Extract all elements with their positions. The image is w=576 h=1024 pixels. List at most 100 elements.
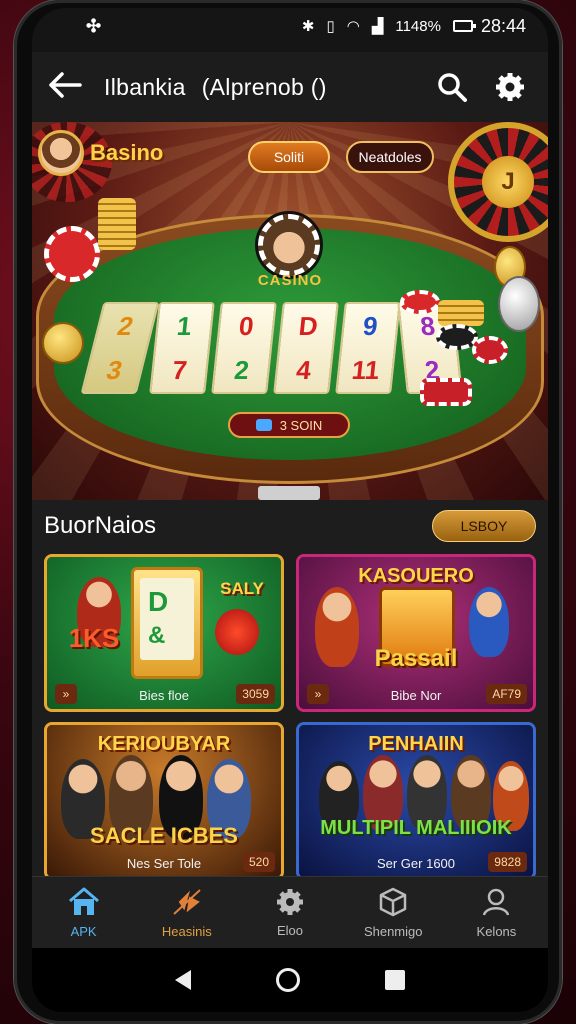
reel-symbol: 9 bbox=[361, 310, 380, 341]
user-icon bbox=[483, 888, 510, 916]
section-title: BuorNaios bbox=[44, 512, 157, 539]
notification-icon: ✣ bbox=[86, 15, 102, 36]
card-badge: 520 bbox=[242, 852, 275, 872]
system-back-icon[interactable] bbox=[174, 970, 191, 990]
card-badge: 9828 bbox=[488, 852, 527, 872]
roulette-center: J bbox=[482, 156, 534, 208]
system-home-icon[interactable] bbox=[275, 968, 300, 992]
page-title: Ilbankia (Alprenob () bbox=[104, 74, 430, 101]
battery-percent: 1148% bbox=[395, 17, 441, 35]
card-title: KASOUERO bbox=[358, 565, 474, 587]
brand-name: Basino bbox=[90, 140, 164, 165]
dealer-avatar bbox=[255, 211, 323, 279]
bet-label: 3 SOIN bbox=[279, 417, 323, 433]
game-card[interactable]: PENHAIIN MULTIPIL MALIIIOIK Ser Ger 1600… bbox=[296, 722, 536, 880]
card-subtitle: Passail bbox=[374, 645, 458, 672]
app-bar: Ilbankia (Alprenob () bbox=[32, 52, 548, 122]
arrow-left-icon bbox=[49, 71, 82, 98]
gem-icon bbox=[255, 419, 272, 431]
card-subtitle: 1KS bbox=[68, 623, 120, 653]
reel-symbol: 2 bbox=[114, 310, 137, 341]
vibrate-icon: ▯ bbox=[326, 18, 335, 35]
card-title: PENHAIIN bbox=[368, 733, 464, 755]
reel: 17 bbox=[149, 302, 215, 394]
reel-symbol: 3 bbox=[103, 354, 126, 385]
card-subtitle: MULTIPIL MALIIIOIK bbox=[320, 817, 512, 839]
gear-icon bbox=[277, 889, 303, 915]
game-card[interactable]: KASOUERO Passail Bibe Nor » AF79 bbox=[296, 554, 536, 712]
system-nav-bar bbox=[32, 948, 548, 1012]
status-icons: ✱ ▯ ◠ ▟ 1148% bbox=[301, 17, 476, 35]
avatar bbox=[38, 130, 84, 176]
signal-icon: ▟ bbox=[371, 18, 384, 35]
drag-handle[interactable] bbox=[258, 486, 320, 500]
reel: D4 bbox=[273, 302, 339, 394]
card-title: SALY bbox=[220, 579, 264, 598]
search-button[interactable] bbox=[430, 65, 474, 109]
nav-label: Kelons bbox=[476, 924, 517, 939]
card-badge: AF79 bbox=[486, 684, 527, 704]
bluetooth-icon: ✱ bbox=[301, 18, 315, 35]
nav-item-profile[interactable]: Kelons bbox=[445, 877, 548, 948]
search-icon bbox=[438, 73, 467, 102]
poker-chip-icon bbox=[400, 290, 440, 314]
card-badge: 3059 bbox=[236, 684, 275, 704]
silver-coin-icon bbox=[498, 276, 540, 332]
hero-pill-dark[interactable]: Neatdoles bbox=[346, 141, 434, 173]
chevron-icon: » bbox=[307, 684, 329, 704]
status-bar: ✣ ✱ ▯ ◠ ▟ 1148% 28:44 bbox=[32, 8, 548, 44]
nav-item-box[interactable]: Shenmigo bbox=[342, 877, 445, 948]
hero-pill-gold[interactable]: Soliti bbox=[248, 141, 330, 173]
reel-symbol: 11 bbox=[350, 354, 382, 385]
status-time: 28:44 bbox=[480, 15, 526, 36]
game-card[interactable]: D & SALY 1KS Bies floe » 3059 bbox=[44, 554, 284, 712]
reel: 23 bbox=[80, 302, 160, 394]
bet-pill[interactable]: 3 SOIN bbox=[228, 412, 350, 438]
card-number bbox=[215, 609, 259, 655]
back-button[interactable] bbox=[48, 69, 92, 106]
table-label: CASINO bbox=[257, 272, 323, 289]
slot-panel: D & bbox=[131, 567, 203, 679]
box-icon bbox=[379, 887, 407, 917]
nav-label: Shenmigo bbox=[363, 924, 423, 939]
nav-label: APK bbox=[70, 924, 97, 939]
title-part-2: (Alprenob () bbox=[201, 73, 327, 100]
nav-item-leaf[interactable]: Heasinis bbox=[135, 877, 238, 948]
hero-banner[interactable]: J Basino Soliti Neatdoles CASINO 23 17 0… bbox=[32, 122, 548, 500]
game-card[interactable]: KERIOUBYAR SACLE ICBES Nes Ser Tole 520 bbox=[44, 722, 284, 880]
coin-stack-icon bbox=[438, 300, 484, 326]
poker-chip-icon bbox=[472, 336, 508, 364]
wifi-icon: ◠ bbox=[346, 18, 360, 35]
gear-icon bbox=[496, 73, 524, 101]
reel-symbol: 2 bbox=[232, 354, 251, 385]
nav-label: Heasinis bbox=[161, 924, 212, 939]
settings-button[interactable] bbox=[488, 65, 532, 109]
reel-symbol: 7 bbox=[170, 354, 189, 385]
nav-label: Eloo bbox=[276, 923, 304, 938]
games-section: BuorNaios LSBOY D & SALY 1KS Bies floe »… bbox=[32, 500, 548, 890]
coin-stack-icon bbox=[98, 198, 136, 250]
chevron-icon: » bbox=[55, 684, 77, 704]
nav-item-home[interactable]: APK bbox=[32, 877, 135, 948]
reel-symbol: D bbox=[297, 310, 320, 341]
screen: ✣ ✱ ▯ ◠ ▟ 1148% 28:44 Ilbankia (Alprenob … bbox=[32, 8, 548, 1012]
reel: 9 11 bbox=[335, 302, 401, 394]
reel-symbol: 4 bbox=[294, 354, 313, 385]
reel-symbol: 8 bbox=[418, 310, 437, 341]
card-title: KERIOUBYAR bbox=[97, 733, 231, 755]
brand: Basino bbox=[38, 130, 163, 176]
title-part-1: Ilbankia bbox=[104, 73, 186, 100]
reel: 02 bbox=[211, 302, 277, 394]
reel-symbol: 0 bbox=[237, 310, 256, 341]
bottom-nav: APK Heasinis Eloo Shenmigo Kelons bbox=[32, 876, 548, 948]
card-subtitle: SACLE ICBES bbox=[90, 823, 238, 848]
nav-item-settings[interactable]: Eloo bbox=[238, 877, 341, 948]
poker-chip-icon bbox=[44, 226, 100, 282]
slot-reels: 23 17 02 D4 9 11 82 bbox=[80, 302, 463, 394]
section-action-button[interactable]: LSBOY bbox=[432, 510, 536, 542]
system-recents-icon[interactable] bbox=[385, 970, 406, 990]
home-icon bbox=[68, 887, 99, 915]
battery-icon bbox=[452, 20, 476, 32]
poker-chip-icon bbox=[420, 378, 472, 406]
leaf-icon bbox=[173, 889, 201, 915]
